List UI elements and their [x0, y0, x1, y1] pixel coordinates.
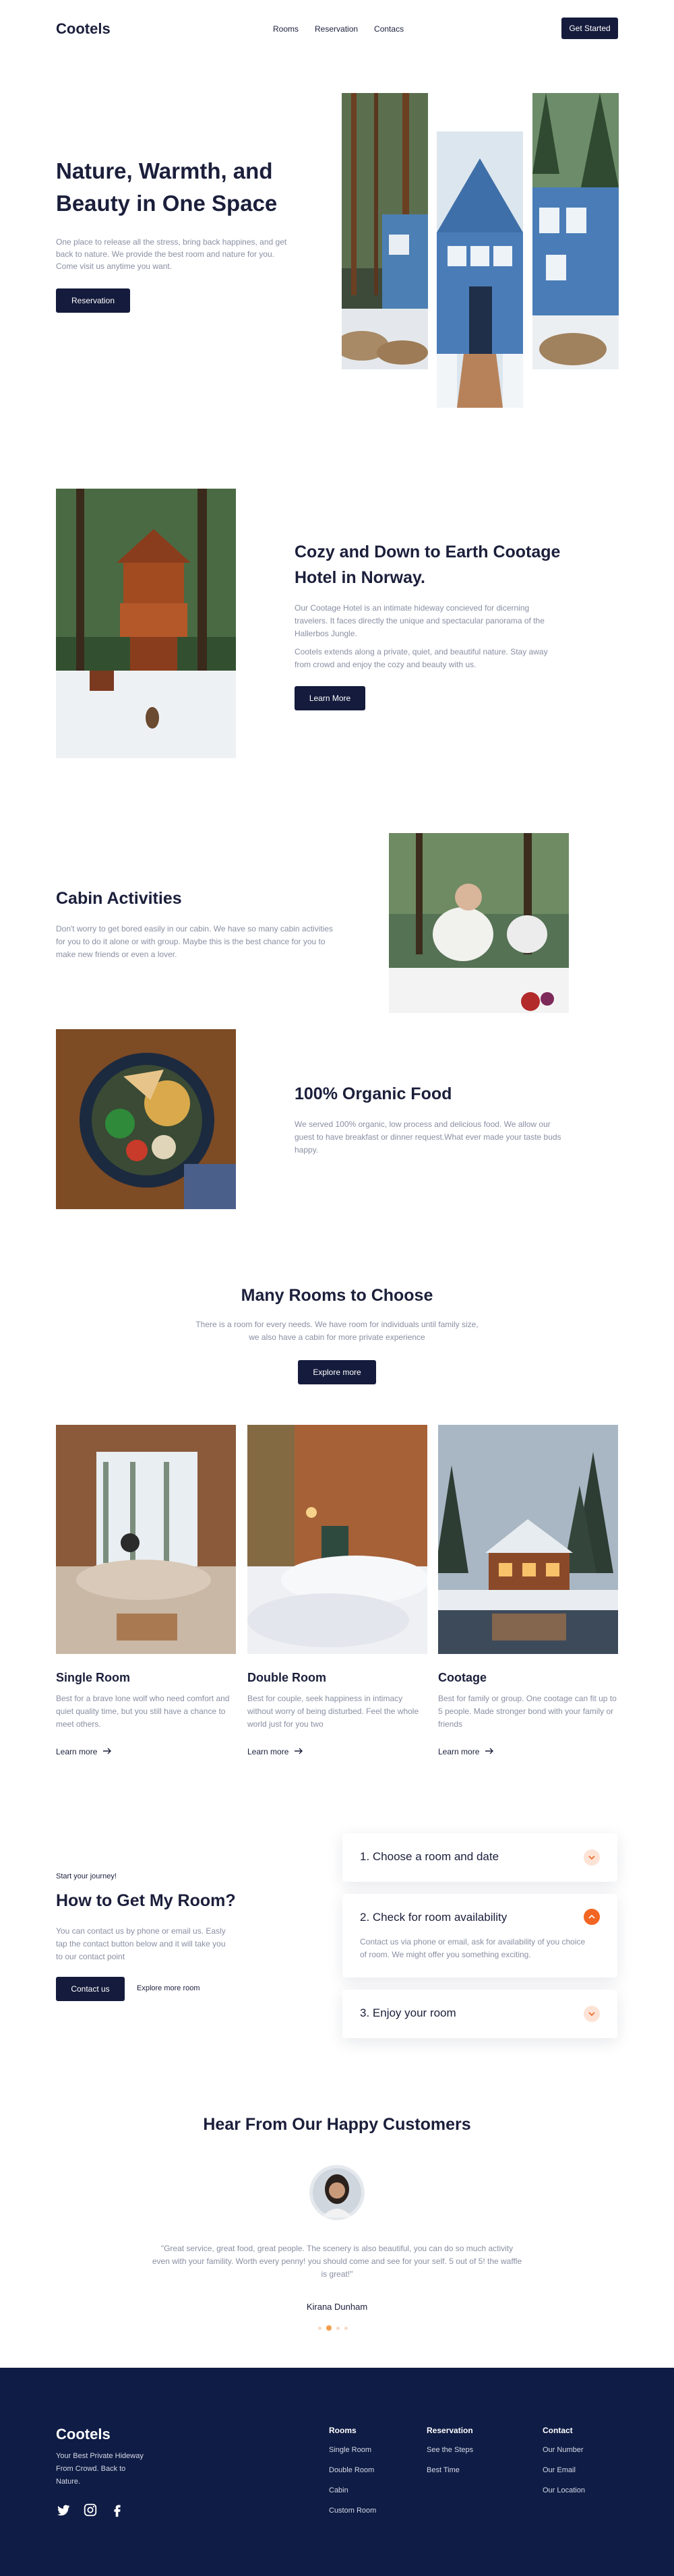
about-title: Cozy and Down to Earth Cootage Hotel in … [295, 543, 561, 587]
nav-link-contacs[interactable]: Contacs [374, 24, 404, 34]
page: Cootels Rooms Reservation Contacs Get St… [0, 0, 674, 2576]
arrow-right-icon [294, 1747, 303, 1756]
carousel-dots [318, 2325, 348, 2331]
faq-body: Contact us via phone or email, ask for a… [360, 1937, 586, 1959]
facebook-icon[interactable] [110, 2503, 125, 2517]
activities-image [389, 833, 569, 1013]
rooms-subtitle: There is a room for every needs. We have… [195, 1320, 479, 1342]
faq-item-1[interactable]: 1. Choose a room and date [342, 1833, 617, 1882]
footer-link-custom-room[interactable]: Custom Room [329, 2507, 376, 2515]
room-link-cootage[interactable]: Learn more [438, 1747, 494, 1756]
nav-links: Rooms Reservation Contacs [273, 24, 404, 34]
reservation-button[interactable]: Reservation [56, 288, 130, 313]
footer: Cootels Your Best Private Hideway From C… [0, 2368, 674, 2576]
explore-more-button[interactable]: Explore more [298, 1360, 376, 1384]
room-link-label: Learn more [247, 1747, 289, 1756]
testimonial-title: Hear From Our Happy Customers [203, 2115, 471, 2134]
footer-link-cabin[interactable]: Cabin [329, 2486, 348, 2494]
about-paragraph-1: Our Cootage Hotel is an intimate hideway… [295, 603, 545, 638]
room-name-double: Double Room [247, 1671, 326, 1684]
footer-link-our-email[interactable]: Our Email [543, 2466, 576, 2474]
room-desc-double: Best for couple, seek happiness in intim… [247, 1694, 419, 1729]
arrow-right-icon [485, 1747, 494, 1756]
faq-title: 2. Check for room availability [360, 1911, 508, 1924]
testimonial-quote: "Great service, great food, great people… [152, 2244, 522, 2279]
room-link-label: Learn more [56, 1747, 98, 1756]
faq-title: 3. Enjoy your room [360, 2006, 456, 2019]
footer-logo[interactable]: Cootels [56, 2426, 111, 2443]
testimonial-name: Kirana Dunham [306, 2302, 368, 2312]
hero-image-right [532, 93, 619, 369]
room-image-cootage[interactable] [438, 1425, 618, 1654]
arrow-right-icon [102, 1747, 112, 1756]
footer-link-our-number[interactable]: Our Number [543, 2446, 584, 2454]
footer-heading-rooms: Rooms [329, 2426, 357, 2435]
logo[interactable]: Cootels [56, 20, 111, 38]
room-desc-cootage: Best for family or group. One cootage ca… [438, 1694, 617, 1729]
activities-text: Don't worry to get bored easily in our c… [56, 924, 333, 959]
faq-title: 1. Choose a room and date [360, 1850, 499, 1863]
room-link-label: Learn more [438, 1747, 480, 1756]
carousel-dot-active[interactable] [326, 2325, 332, 2331]
instagram-icon[interactable] [83, 2503, 98, 2517]
explore-more-room-link[interactable]: Explore more room [137, 1984, 200, 1992]
hero-image-center [437, 131, 523, 408]
hero-subtitle: One place to release all the stress, bri… [56, 237, 287, 271]
chevron-up-icon[interactable] [584, 1909, 600, 1925]
footer-tagline: Your Best Private Hideway From Crowd. Ba… [56, 2452, 144, 2486]
carousel-dot[interactable] [318, 2326, 321, 2330]
hero-title: Nature, Warmth, and Beauty in One Space [56, 158, 278, 216]
footer-heading-contact: Contact [543, 2426, 573, 2435]
chevron-down-icon[interactable] [584, 1849, 600, 1866]
room-name-single: Single Room [56, 1671, 131, 1684]
faq-item-3[interactable]: 3. Enjoy your room [342, 1990, 617, 2038]
howto-text: You can contact us by phone or email us.… [56, 1926, 226, 1961]
chevron-down-icon[interactable] [584, 2006, 600, 2022]
footer-link-single-room[interactable]: Single Room [329, 2446, 371, 2454]
footer-heading-reservation: Reservation [427, 2426, 473, 2435]
footer-link-best-time[interactable]: Best Time [427, 2466, 460, 2474]
nav-link-reservation[interactable]: Reservation [315, 24, 358, 34]
learn-more-button[interactable]: Learn More [295, 686, 365, 710]
faq-item-2[interactable]: 2. Check for room availability Contact u… [342, 1894, 617, 1977]
howto-title: How to Get My Room? [56, 1891, 236, 1910]
rooms-title: Many Rooms to Choose [241, 1286, 433, 1305]
contact-us-button[interactable]: Contact us [56, 1977, 125, 2001]
treehouse-image [56, 489, 236, 758]
avatar [309, 2165, 365, 2220]
room-name-cootage: Cootage [438, 1671, 487, 1684]
carousel-dot[interactable] [336, 2326, 340, 2330]
food-text: We served 100% organic, low process and … [295, 1120, 561, 1155]
room-image-double[interactable] [247, 1425, 427, 1654]
room-link-single[interactable]: Learn more [56, 1747, 112, 1756]
food-image [56, 1029, 236, 1209]
carousel-dot[interactable] [344, 2326, 348, 2330]
room-link-double[interactable]: Learn more [247, 1747, 303, 1756]
twitter-icon[interactable] [56, 2503, 71, 2517]
room-image-single[interactable] [56, 1425, 236, 1654]
nav-link-rooms[interactable]: Rooms [273, 24, 299, 34]
get-started-button[interactable]: Get Started [561, 18, 618, 39]
room-desc-single: Best for a brave lone wolf who need comf… [56, 1694, 230, 1729]
footer-link-double-room[interactable]: Double Room [329, 2466, 374, 2474]
food-title: 100% Organic Food [295, 1084, 452, 1103]
footer-link-see-steps[interactable]: See the Steps [427, 2446, 473, 2454]
about-paragraph-2: Cootels extends along a private, quiet, … [295, 647, 548, 669]
howto-eyebrow: Start your journey! [56, 1872, 117, 1880]
hero-image-left [342, 93, 428, 369]
activities-title: Cabin Activities [56, 889, 182, 908]
navbar: Cootels Rooms Reservation Contacs Get St… [0, 0, 674, 61]
footer-link-our-location[interactable]: Our Location [543, 2486, 585, 2494]
